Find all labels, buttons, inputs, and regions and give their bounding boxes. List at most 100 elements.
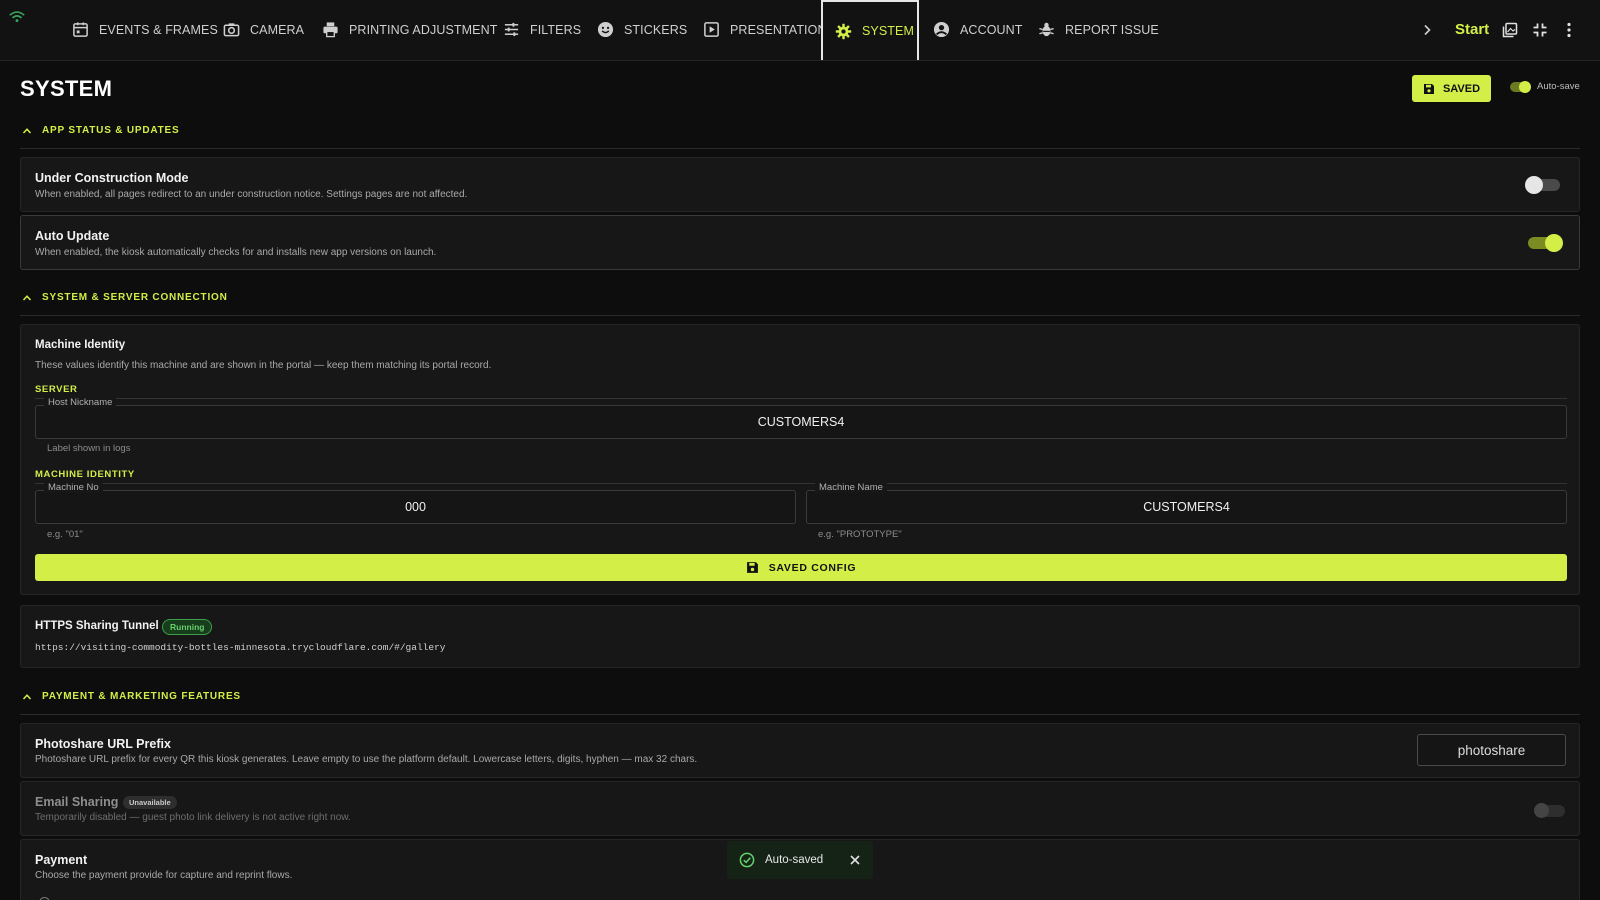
nav-label: ACCOUNT bbox=[960, 22, 1023, 37]
nav-label: EVENTS & FRAMES bbox=[99, 22, 218, 37]
more-vertical-icon bbox=[1567, 22, 1571, 37]
autosaved-toast: Auto-saved bbox=[727, 841, 873, 879]
photoshare-prefix-field bbox=[1417, 734, 1566, 766]
nav-label: REPORT ISSUE bbox=[1065, 22, 1159, 37]
check-circle-icon bbox=[739, 852, 755, 868]
photoshare-title: Photoshare URL Prefix bbox=[35, 737, 171, 751]
host-nickname-label: Host Nickname bbox=[44, 397, 117, 408]
user-icon bbox=[933, 21, 950, 38]
nav-system[interactable]: SYSTEM bbox=[821, 0, 919, 60]
calendar-icon bbox=[73, 22, 88, 37]
save-icon bbox=[1423, 83, 1434, 94]
nav-label: STICKERS bbox=[624, 22, 688, 37]
save-icon bbox=[746, 562, 758, 573]
machine-name-label: Machine Name bbox=[815, 482, 887, 493]
fullscreen-exit-icon bbox=[1533, 23, 1547, 36]
machine-no-label: Machine No bbox=[44, 482, 103, 493]
email-sharing-desc: Temporarily disabled — guest photo link … bbox=[35, 812, 351, 823]
saved-config-button[interactable]: SAVED CONFIG bbox=[35, 554, 1567, 581]
chevron-up-icon bbox=[22, 294, 32, 301]
section-payment-marketing[interactable]: PAYMENT & MARKETING FEATURES bbox=[20, 687, 1580, 715]
machine-no-field: Machine No bbox=[35, 482, 796, 524]
autosave-toggle[interactable]: Auto-save bbox=[1510, 80, 1580, 93]
payment-title: Payment bbox=[35, 853, 88, 867]
photoshare-card: Photoshare URL Prefix Photoshare URL pre… bbox=[20, 723, 1580, 778]
chevron-up-icon bbox=[22, 693, 32, 700]
under-construction-title: Under Construction Mode bbox=[35, 171, 189, 185]
machine-name-helper: e.g. "PROTOTYPE" bbox=[818, 529, 902, 540]
machine-no-helper: e.g. "01" bbox=[47, 529, 83, 540]
under-construction-card: Under Construction Mode When enabled, al… bbox=[20, 157, 1580, 212]
sliders-icon bbox=[504, 22, 519, 37]
saved-config-label: SAVED CONFIG bbox=[768, 561, 857, 574]
photoshare-prefix-input[interactable] bbox=[1418, 735, 1565, 765]
gear-icon bbox=[835, 23, 852, 39]
saved-button-label: SAVED bbox=[1442, 82, 1481, 95]
start-button[interactable]: Start bbox=[1455, 21, 1489, 38]
host-nickname-helper: Label shown in logs bbox=[47, 443, 131, 454]
auto-update-title: Auto Update bbox=[35, 229, 110, 243]
nav-stickers[interactable]: STICKERS bbox=[597, 0, 687, 59]
tunnel-title: HTTPS Sharing Tunnel bbox=[35, 620, 159, 632]
email-sharing-toggle bbox=[1534, 803, 1565, 818]
machine-identity-desc: These values identify this machine and a… bbox=[35, 360, 492, 371]
nav-label: CAMERA bbox=[250, 22, 305, 37]
nav-label: PRESENTATION bbox=[730, 22, 827, 37]
email-sharing-title: Email Sharing bbox=[35, 795, 119, 809]
nav-label: FILTERS bbox=[530, 22, 582, 37]
status-badge: Running bbox=[162, 619, 213, 635]
chevron-up-icon bbox=[22, 127, 32, 134]
machine-name-input[interactable] bbox=[807, 491, 1566, 523]
close-icon[interactable] bbox=[849, 854, 861, 866]
machine-name-field: Machine Name bbox=[806, 482, 1567, 524]
nav-events-frames[interactable]: EVENTS & FRAMES bbox=[72, 0, 218, 59]
nav-printing-adjustment[interactable]: PRINTING ADJUSTMENT bbox=[322, 0, 497, 59]
server-subhead: SERVER bbox=[35, 384, 1567, 399]
https-tunnel-card: HTTPS Sharing Tunnel Running https://vis… bbox=[20, 605, 1580, 668]
nav-label: SYSTEM bbox=[862, 24, 914, 38]
nav-account[interactable]: ACCOUNT bbox=[933, 0, 1023, 59]
page-title: SYSTEM bbox=[20, 76, 113, 101]
host-nickname-input[interactable] bbox=[36, 406, 1566, 438]
machine-identity-card: Machine Identity These values identify t… bbox=[20, 324, 1580, 595]
printer-icon bbox=[323, 22, 338, 38]
section-title: APP STATUS & UPDATES bbox=[42, 125, 180, 136]
nav-camera[interactable]: CAMERA bbox=[223, 0, 304, 59]
section-title: SYSTEM & SERVER CONNECTION bbox=[42, 292, 228, 303]
nav-presentation[interactable]: PRESENTATION bbox=[703, 0, 827, 59]
camera-icon bbox=[223, 23, 240, 37]
auto-update-card: Auto Update When enabled, the kiosk auto… bbox=[20, 215, 1580, 270]
autosave-switch[interactable] bbox=[1510, 80, 1531, 93]
chevron-right-icon bbox=[1424, 24, 1431, 35]
machine-identity-subhead: MACHINE IDENTITY bbox=[35, 469, 1567, 484]
tunnel-url[interactable]: https://visiting-commodity-bottles-minne… bbox=[35, 642, 445, 653]
unavailable-badge: Unavailable bbox=[123, 796, 177, 809]
under-construction-desc: When enabled, all pages redirect to an u… bbox=[35, 189, 468, 200]
nav-chevron-right[interactable] bbox=[1420, 0, 1434, 59]
fullscreen-exit-button[interactable] bbox=[1532, 0, 1548, 59]
autosave-label: Auto-save bbox=[1537, 81, 1580, 92]
gallery-button[interactable] bbox=[1502, 0, 1518, 59]
machine-no-input[interactable] bbox=[36, 491, 795, 523]
auto-update-desc: When enabled, the kiosk automatically ch… bbox=[35, 247, 437, 258]
auto-update-toggle[interactable] bbox=[1528, 234, 1563, 252]
wifi-icon bbox=[9, 11, 25, 23]
bug-icon bbox=[1039, 22, 1054, 37]
toast-text: Auto-saved bbox=[765, 854, 824, 866]
nav-report-issue[interactable]: REPORT ISSUE bbox=[1038, 0, 1159, 59]
nav-filters[interactable]: FILTERS bbox=[503, 0, 581, 59]
payment-desc: Choose the payment provide for capture a… bbox=[35, 870, 293, 881]
section-app-status[interactable]: APP STATUS & UPDATES bbox=[20, 121, 1580, 149]
top-nav: EVENTS & FRAMES CAMERA PRINTING ADJUSTME… bbox=[0, 0, 1600, 61]
gallery-icon bbox=[1502, 22, 1518, 37]
saved-button[interactable]: SAVED bbox=[1412, 75, 1491, 102]
more-menu-button[interactable] bbox=[1566, 0, 1572, 59]
host-nickname-field: Host Nickname bbox=[35, 397, 1567, 439]
machine-identity-title: Machine Identity bbox=[35, 339, 126, 351]
nav-label: PRINTING ADJUSTMENT bbox=[349, 22, 498, 37]
section-title: PAYMENT & MARKETING FEATURES bbox=[42, 691, 241, 702]
under-construction-toggle[interactable] bbox=[1525, 176, 1560, 194]
section-server-connection[interactable]: SYSTEM & SERVER CONNECTION bbox=[20, 288, 1580, 316]
email-sharing-card: Email Sharing Unavailable Temporarily di… bbox=[20, 781, 1580, 836]
play-icon bbox=[704, 22, 719, 37]
